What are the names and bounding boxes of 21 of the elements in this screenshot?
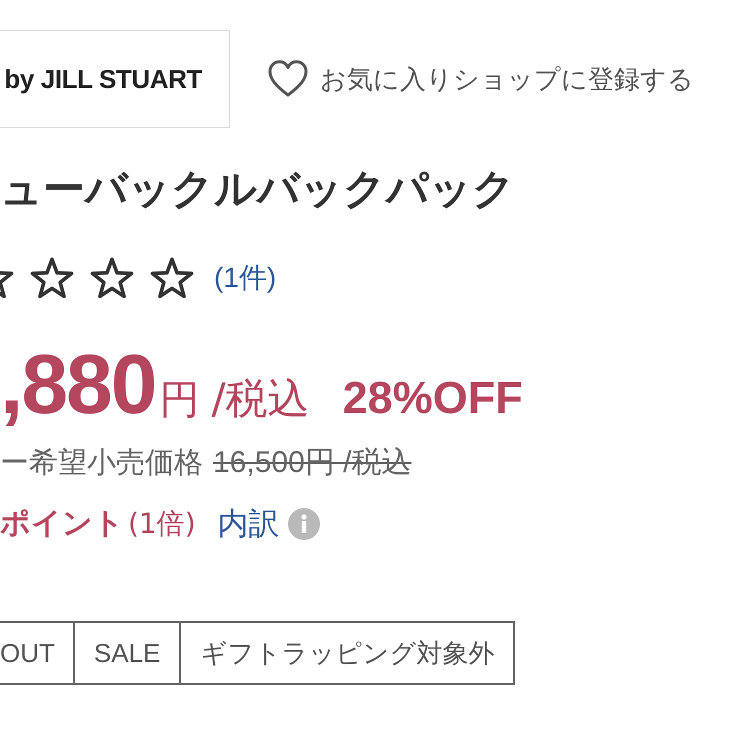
product-title: ューバックルバックパック <box>0 164 516 214</box>
star-icon <box>29 257 75 299</box>
price-amount: ,880 <box>0 342 156 426</box>
list-price-label: ー希望小売価格 <box>0 444 203 480</box>
star-icon <box>89 257 135 299</box>
brand-logo[interactable]: by JILL STUART <box>0 30 230 128</box>
tax-note: /税込 <box>212 377 310 421</box>
breakdown-link[interactable]: 内訳 <box>218 505 280 543</box>
info-icon[interactable] <box>288 508 320 540</box>
discount-label: 28%OFF <box>342 374 523 422</box>
review-count-link[interactable]: (1件) <box>214 259 276 297</box>
heart-icon <box>268 60 308 98</box>
points-multiplier: (1倍) <box>128 506 196 542</box>
favorite-shop-link[interactable]: お気に入りショップに登録する <box>268 60 694 98</box>
price-currency: 円 <box>160 378 200 422</box>
tag: SALE <box>72 621 182 685</box>
tag: ギフトラッピング対象外 <box>179 621 516 685</box>
list-price-value: 16,500円 /税込 <box>213 445 412 481</box>
star-icon <box>149 257 195 299</box>
points-label: ポイント <box>0 505 124 543</box>
tag: OUT <box>0 621 75 685</box>
